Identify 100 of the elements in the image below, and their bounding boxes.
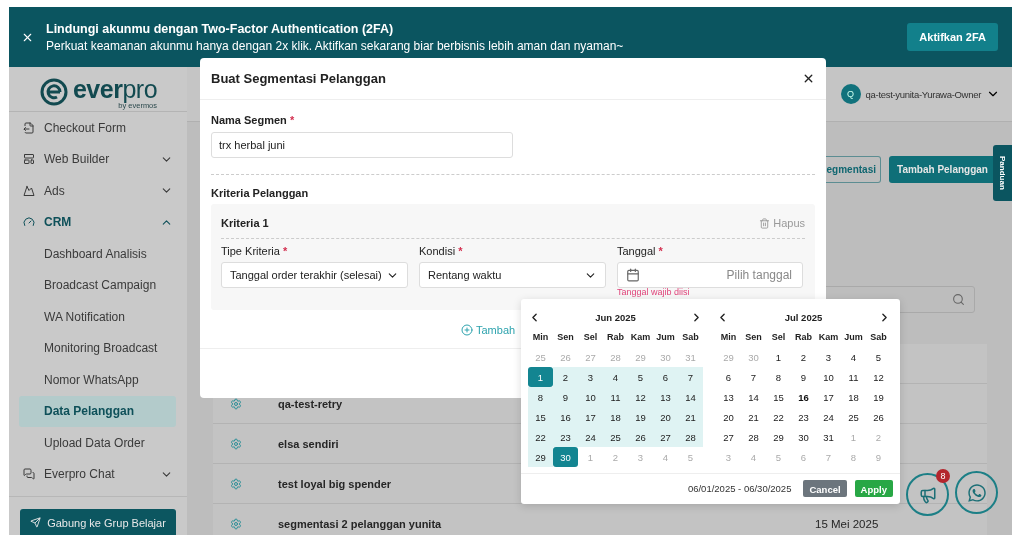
- calendar-day[interactable]: 11: [841, 367, 866, 387]
- dropdown[interactable]: Tanggal order terakhir (selesai): [221, 262, 408, 288]
- sidebar-subitem[interactable]: Broadcast Campaign: [19, 269, 176, 301]
- sidebar-item[interactable]: Web Builder: [9, 143, 187, 175]
- cancel-button[interactable]: Cancel: [803, 480, 847, 497]
- calendar-day[interactable]: 1: [766, 347, 791, 367]
- calendar-day[interactable]: 13: [653, 387, 678, 407]
- calendar-day[interactable]: 10: [578, 387, 603, 407]
- calendar-day[interactable]: 7: [741, 367, 766, 387]
- weekday-label: Sab: [869, 331, 888, 344]
- calendar-day[interactable]: 2: [553, 367, 578, 387]
- calendar-day[interactable]: 17: [578, 407, 603, 427]
- join-group-button[interactable]: Gabung ke Grup Belajar: [20, 509, 176, 535]
- sidebar-item[interactable]: Checkout Form: [9, 112, 187, 144]
- month-title: Jul 2025: [784, 311, 823, 323]
- selected-range: 06/01/2025 - 06/30/2025: [687, 483, 792, 494]
- banner-title: Lindungi akunmu dengan Two-Factor Authentication (2FA): [46, 21, 395, 36]
- calendar-day[interactable]: 28: [678, 427, 703, 447]
- calendar-day[interactable]: 13: [716, 387, 741, 407]
- calendar-day[interactable]: 15: [766, 387, 791, 407]
- calendar-day[interactable]: 19: [866, 387, 891, 407]
- calendar-day[interactable]: 22: [766, 407, 791, 427]
- calendar-day[interactable]: 9: [553, 387, 578, 407]
- calendar-day[interactable]: 26: [628, 427, 653, 447]
- calendar-day[interactable]: 10: [816, 367, 841, 387]
- calendar-day[interactable]: 20: [716, 407, 741, 427]
- calendar-day[interactable]: 6: [716, 367, 741, 387]
- calendar-day[interactable]: 30: [791, 427, 816, 447]
- segment-name: segmentasi 2 pelanggan yunita: [278, 517, 442, 530]
- calendar-day[interactable]: 22: [528, 427, 553, 447]
- calendar-day[interactable]: 18: [841, 387, 866, 407]
- calendar-day[interactable]: 24: [578, 427, 603, 447]
- calendar-day[interactable]: 3: [578, 367, 603, 387]
- sidebar-item[interactable]: CRM: [9, 206, 187, 238]
- calendar-day[interactable]: 23: [791, 407, 816, 427]
- calendar-day[interactable]: 11: [603, 387, 628, 407]
- calendar-day[interactable]: 20: [653, 407, 678, 427]
- calendar-day[interactable]: 14: [678, 387, 703, 407]
- calendar-day[interactable]: 6: [653, 367, 678, 387]
- weekday-label: Rab: [794, 331, 813, 344]
- calendar-day[interactable]: 2: [791, 347, 816, 367]
- calendar-day[interactable]: 31: [816, 427, 841, 447]
- sidebar-subitem[interactable]: WA Notification: [19, 301, 176, 333]
- activate-2fa-button[interactable]: Aktifkan 2FA: [907, 23, 998, 51]
- date-field[interactable]: Pilih tanggal: [617, 262, 803, 288]
- calendar-day[interactable]: 19: [628, 407, 653, 427]
- calendar-day[interactable]: 21: [741, 407, 766, 427]
- calendar-day[interactable]: 12: [866, 367, 891, 387]
- criteria-title: Kriteria 1: [221, 217, 269, 229]
- calendar-day[interactable]: 9: [791, 367, 816, 387]
- calendar-day[interactable]: 4: [841, 347, 866, 367]
- calendar-day[interactable]: 15: [528, 407, 553, 427]
- calendar-day[interactable]: 21: [678, 407, 703, 427]
- calendar-day[interactable]: 7: [678, 367, 703, 387]
- calendar-day[interactable]: 27: [716, 427, 741, 447]
- calendar-day[interactable]: 29: [528, 447, 553, 467]
- dropdown[interactable]: Rentang waktu: [419, 262, 606, 288]
- calendar-day[interactable]: 12: [628, 387, 653, 407]
- banner-message: Perkuat keamanan akunmu hanya dengan 2x klik. Aktifkan sekarang biar berbisnis lebih aman dan nyaman~: [46, 38, 625, 53]
- sidebar-item[interactable]: Everpro Chat: [9, 458, 187, 490]
- weekday-label: Sel: [770, 331, 787, 344]
- calendar-day[interactable]: 25: [603, 427, 628, 447]
- calendar-day[interactable]: 16: [553, 407, 578, 427]
- modal-title: Buat Segmentasi Pelanggan: [211, 71, 386, 86]
- calendar-day[interactable]: 28: [741, 427, 766, 447]
- calendar-day[interactable]: 24: [816, 407, 841, 427]
- calendar-day[interactable]: 25: [841, 407, 866, 427]
- sidebar-subitem[interactable]: Data Pelanggan: [19, 395, 176, 427]
- calendar-day[interactable]: 5: [628, 367, 653, 387]
- calendar-day[interactable]: 30: [553, 447, 578, 467]
- sidebar-subitem[interactable]: Monitoring Broadcast: [19, 332, 176, 364]
- calendar-day[interactable]: 16: [791, 387, 816, 407]
- weekday-label: Min: [719, 331, 738, 344]
- add-customer-button[interactable]: Tambah Pelanggan: [889, 156, 996, 183]
- calendar-day[interactable]: 8: [528, 387, 553, 407]
- date-input[interactable]: Pilih tanggal: [646, 267, 794, 283]
- guide-tab[interactable]: Panduan: [993, 145, 1012, 201]
- weekday-label: Jum: [843, 331, 864, 344]
- calendar-day[interactable]: 27: [653, 427, 678, 447]
- close-button[interactable]: [802, 72, 815, 85]
- whatsapp-button[interactable]: [955, 471, 998, 514]
- calendar-day[interactable]: 14: [741, 387, 766, 407]
- calendar-day[interactable]: 29: [766, 427, 791, 447]
- calendar-day[interactable]: 3: [816, 347, 841, 367]
- sidebar-subitem[interactable]: Nomor WhatsApp: [19, 364, 176, 396]
- calendar-day[interactable]: 26: [866, 407, 891, 427]
- user-name[interactable]: qa-test-yunita-Yurawa-Owner: [865, 88, 981, 100]
- sidebar-item[interactable]: Ads: [9, 175, 187, 207]
- calendar-day[interactable]: 17: [816, 387, 841, 407]
- calendar-day[interactable]: 18: [603, 407, 628, 427]
- logo-icon: [38, 77, 69, 107]
- calendar-day[interactable]: 5: [866, 347, 891, 367]
- chat-icon: [23, 468, 35, 481]
- input-field[interactable]: trx herbal juni: [211, 132, 513, 158]
- calendar-day[interactable]: 4: [603, 367, 628, 387]
- calendar-day[interactable]: 8: [766, 367, 791, 387]
- calendar-day[interactable]: 23: [553, 427, 578, 447]
- sidebar-subitem[interactable]: Dashboard Analisis: [19, 238, 176, 270]
- calendar-day[interactable]: 1: [528, 367, 553, 387]
- sidebar-subitem[interactable]: Upload Data Order: [19, 427, 176, 459]
